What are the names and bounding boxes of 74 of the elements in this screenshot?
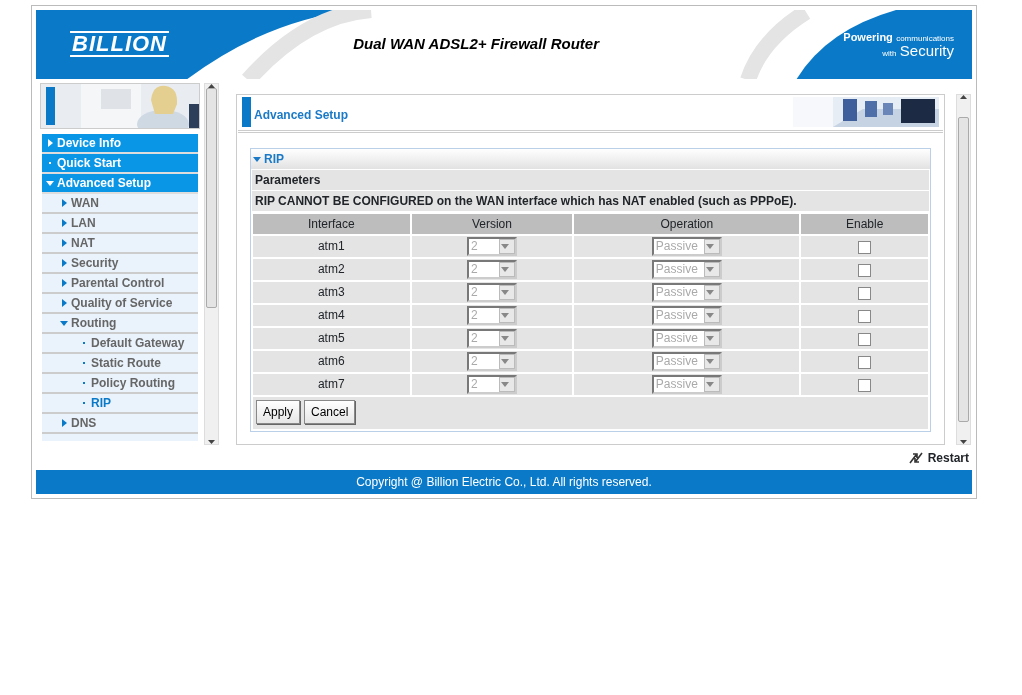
- tagline-text: communications: [896, 33, 954, 43]
- page-title: Advanced Setup: [254, 106, 349, 124]
- scroll-down-icon[interactable]: [960, 439, 967, 444]
- parameters-label: Parameters: [252, 169, 929, 190]
- tagline-text: Powering: [843, 30, 893, 43]
- caret-down-icon: [253, 154, 261, 163]
- caret-right-icon: [60, 218, 68, 227]
- menu-item[interactable]: Advanced Setup: [42, 173, 198, 194]
- caret-down-icon: [501, 357, 510, 366]
- table-cell: atm7: [253, 373, 410, 395]
- menu-item[interactable]: RIP: [42, 393, 198, 414]
- menu-item[interactable]: WAN: [42, 193, 198, 214]
- tagline-text: Security: [899, 41, 954, 59]
- caret-down-icon: [501, 334, 510, 343]
- menu-item[interactable]: Static Route: [42, 353, 198, 374]
- section-header[interactable]: RIP: [251, 148, 930, 169]
- caret-down-icon: [501, 311, 510, 320]
- column-header: Version: [411, 213, 573, 234]
- menu-item[interactable]: Routing: [42, 313, 198, 334]
- caret-down-icon: [706, 288, 715, 297]
- caret-right-icon: [60, 418, 68, 427]
- scrollbar[interactable]: [204, 82, 219, 445]
- caret-down-icon: [706, 242, 715, 251]
- title-accent-bar: [242, 97, 251, 128]
- scroll-up-icon[interactable]: [960, 94, 967, 99]
- menu-item[interactable]: Parental Control: [42, 273, 198, 294]
- warning-text: RIP CANNOT BE CONFIGURED on the WAN interface which has NAT enabled (such as PPPoE).: [252, 190, 929, 211]
- caret-right-icon: [46, 138, 54, 147]
- table-cell: atm5: [253, 327, 410, 349]
- caret-down-icon: [706, 334, 715, 343]
- column-header: Enable: [801, 213, 928, 234]
- copyright-text: Copyright @ Billion Electric Co., Ltd. All rights reserved.: [356, 474, 652, 492]
- menu-item[interactable]: Device Info: [42, 133, 198, 154]
- caret-right-icon: [60, 198, 68, 207]
- caret-right-icon: [60, 258, 68, 267]
- menu-item[interactable]: Security: [42, 253, 198, 274]
- caret-down-icon: [706, 380, 715, 389]
- menu-item[interactable]: DNS: [42, 413, 198, 434]
- table-cell: atm4: [253, 304, 410, 326]
- form-button[interactable]: Cancel: [304, 399, 356, 424]
- caret-down-icon: [46, 178, 54, 187]
- caret-down-icon: [706, 357, 715, 366]
- menu-item[interactable]: NAT: [42, 233, 198, 254]
- scrollbar[interactable]: [956, 93, 971, 445]
- caret-right-icon: [60, 238, 68, 247]
- menu-item[interactable]: Quick Start: [42, 153, 198, 174]
- caret-down-icon: [706, 265, 715, 274]
- menu-item[interactable]: Default Gateway: [42, 333, 198, 354]
- scrollbar-thumb[interactable]: [958, 116, 969, 422]
- caret-down-icon: [501, 242, 510, 251]
- restart-link[interactable]: Restart: [927, 448, 969, 467]
- header-title: Dual WAN ADSL2+ Firewall Router: [353, 34, 600, 55]
- menu-item[interactable]: LAN: [42, 213, 198, 234]
- scrollbar-thumb[interactable]: [206, 87, 217, 308]
- table-cell: atm1: [253, 235, 410, 257]
- menu-item[interactable]: Quality of Service: [42, 293, 198, 314]
- menu-item[interactable]: Policy Routing: [42, 373, 198, 394]
- column-header: Interface: [253, 213, 410, 234]
- caret-down-icon: [501, 288, 510, 297]
- caret-down-icon: [501, 380, 510, 389]
- tagline-text: with: [882, 48, 897, 58]
- caret-right-icon: [60, 278, 68, 287]
- caret-down-icon: [501, 265, 510, 274]
- scroll-down-icon[interactable]: [208, 439, 215, 444]
- table-cell: atm6: [253, 350, 410, 372]
- caret-right-icon: [60, 298, 68, 307]
- column-header: Operation: [574, 213, 800, 234]
- logo: BILLION: [70, 31, 169, 58]
- caret-down-icon: [706, 311, 715, 320]
- table-cell: atm3: [253, 281, 410, 303]
- form-button[interactable]: Apply: [256, 399, 301, 424]
- caret-down-icon: [60, 318, 68, 327]
- restart-icon[interactable]: [907, 450, 924, 465]
- table-cell: atm2: [253, 258, 410, 280]
